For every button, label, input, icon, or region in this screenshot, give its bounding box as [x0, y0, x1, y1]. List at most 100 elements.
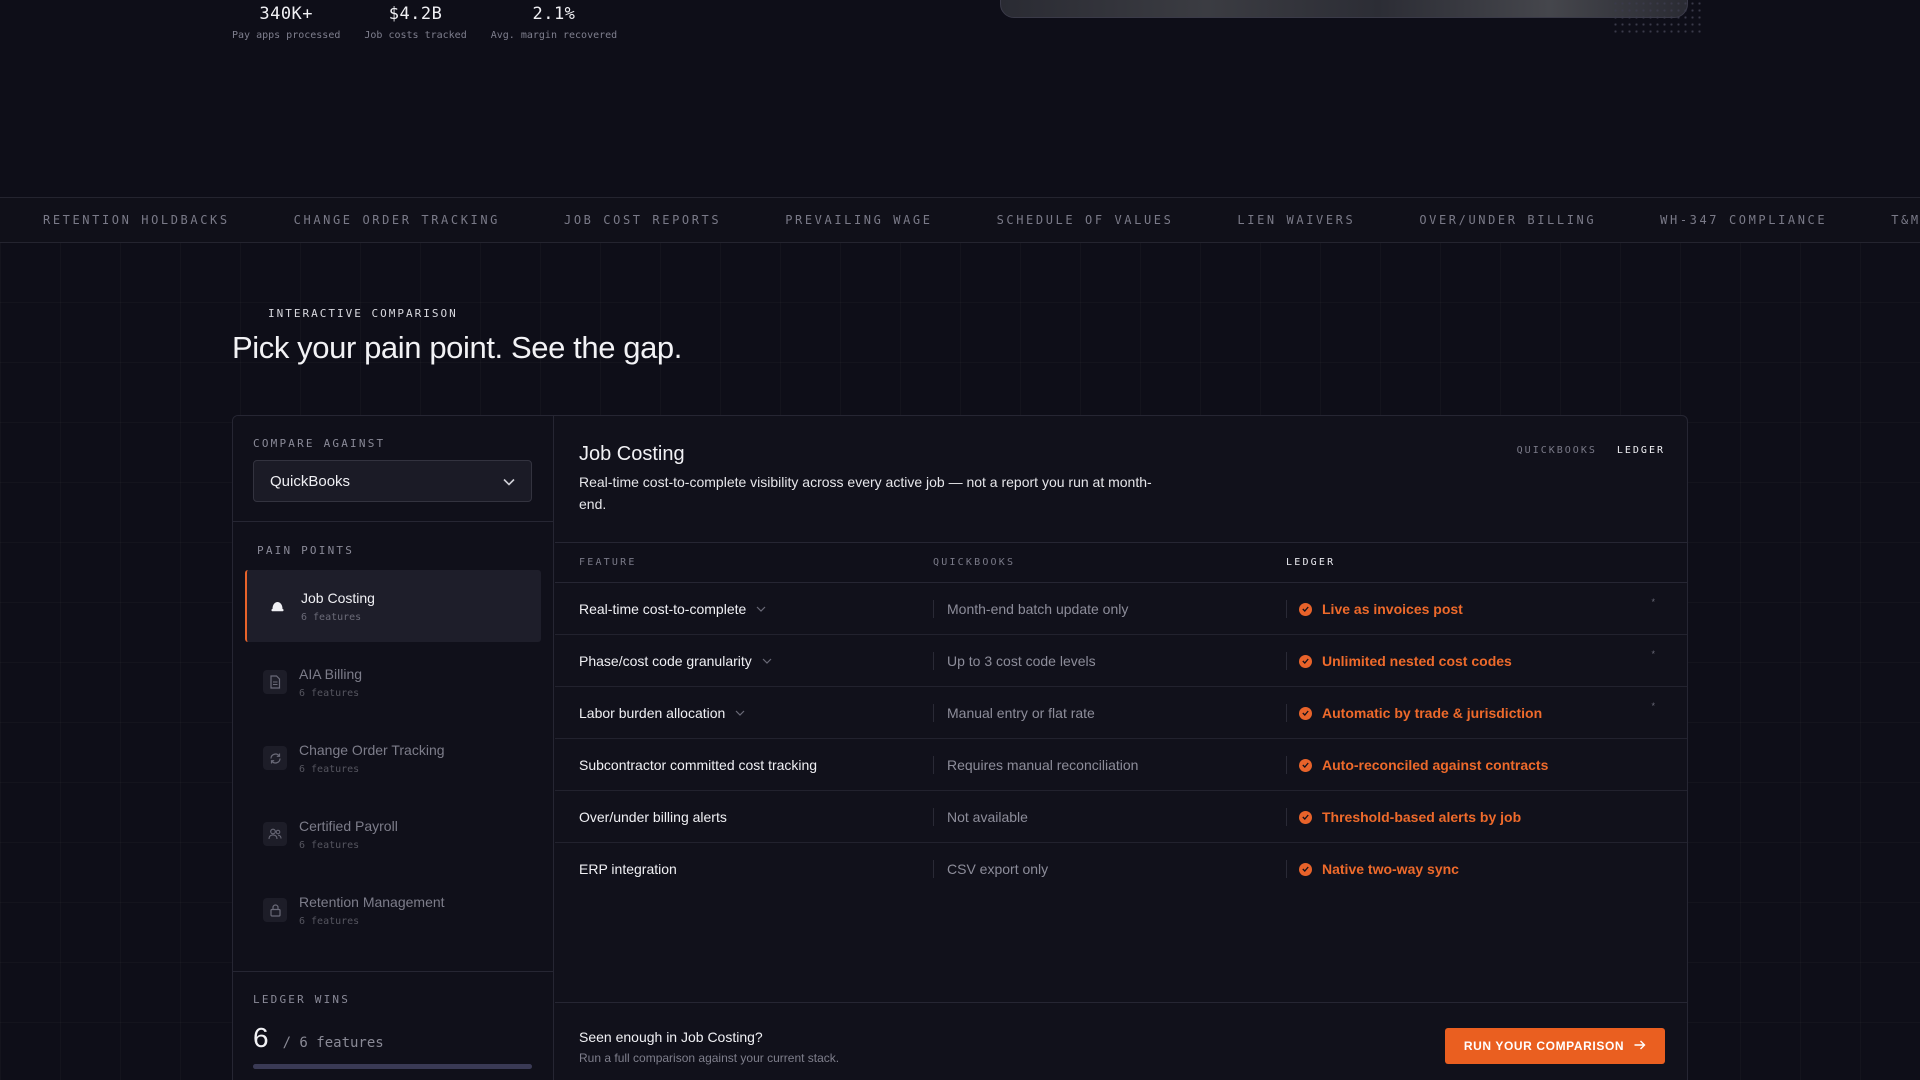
section-headline: Pick your pain point. See the gap.	[232, 330, 682, 365]
pain-point-certified-payroll[interactable]: Certified Payroll 6 features	[245, 798, 541, 870]
ledger-wins-label: LEDGER WINS	[253, 993, 351, 1006]
chevron-down-icon[interactable]	[735, 710, 745, 716]
pain-point-retention[interactable]: Retention Management 6 features	[245, 874, 541, 946]
ticker-item: RETENTION HOLDBACKS	[43, 213, 230, 227]
hard-hat-icon	[265, 594, 289, 618]
pain-point-aia-billing[interactable]: AIA Billing 6 features	[245, 646, 541, 718]
comparison-main: Job Costing Real-time cost-to-complete v…	[555, 416, 1687, 1080]
ticker-item: LIEN WAIVERS	[1237, 213, 1356, 227]
section-eyebrow: INTERACTIVE COMPARISON	[268, 307, 458, 320]
ledger-value: Unlimited nested cost codes	[1322, 653, 1512, 669]
feature-name: Real-time cost-to-complete	[579, 600, 747, 617]
column-feature: FEATURE	[579, 557, 637, 568]
pain-point-label: Change Order Tracking	[299, 741, 445, 758]
pain-point-count: 6 features	[299, 915, 360, 927]
competitor-cell: Up to 3 cost code levels	[933, 652, 1096, 670]
toggle-ledger[interactable]: LEDGER	[1617, 445, 1665, 456]
pain-point-label: Retention Management	[299, 893, 445, 910]
table-row[interactable]: Real-time cost-to-complete Month-end bat…	[555, 583, 1687, 635]
pain-points-label: PAIN POINTS	[257, 544, 355, 557]
pain-point-change-order[interactable]: Change Order Tracking 6 features	[245, 722, 541, 794]
feature-cell: ERP integration	[579, 843, 677, 895]
comparison-table: Real-time cost-to-complete Month-end bat…	[555, 583, 1687, 895]
check-icon	[1299, 602, 1312, 616]
footer-title: Seen enough in Job Costing?	[579, 1029, 763, 1045]
wins-progress-bar	[253, 1064, 532, 1069]
arrow-right-icon	[1634, 1039, 1646, 1053]
table-row[interactable]: Labor burden allocation Manual entry or …	[555, 687, 1687, 739]
ledger-cell: Unlimited nested cost codes	[1286, 652, 1512, 670]
refresh-icon	[263, 746, 287, 770]
sidebar: COMPARE AGAINST QuickBooks PAIN POINTS J…	[233, 416, 554, 1080]
chevron-down-icon	[503, 473, 515, 490]
table-row: Over/under billing alerts Not available …	[555, 791, 1687, 843]
pain-point-title: Job Costing	[579, 443, 685, 465]
stat-value: 340K+	[259, 4, 314, 24]
competitor-cell: CSV export only	[933, 860, 1048, 878]
ticker-item: OVER/UNDER BILLING	[1419, 213, 1597, 227]
check-icon	[1299, 706, 1312, 720]
wins-count: 6	[253, 1022, 269, 1053]
ledger-cell: Live as invoices post	[1286, 600, 1463, 618]
competitor-cell: Requires manual reconciliation	[933, 756, 1138, 774]
comparison-footer: Seen enough in Job Costing? Run a full c…	[555, 1002, 1687, 1080]
users-icon	[263, 822, 287, 846]
dot-pattern	[1612, 0, 1702, 34]
wins-progress-fill	[253, 1064, 532, 1069]
ledger-value: Auto-reconciled against contracts	[1322, 757, 1549, 773]
competitor-cell: Month-end batch update only	[933, 600, 1128, 618]
ledger-value: Live as invoices post	[1322, 601, 1463, 617]
lock-icon	[263, 898, 287, 922]
check-icon	[1299, 654, 1312, 668]
pain-point-label: Job Costing	[301, 589, 375, 606]
document-icon	[263, 670, 287, 694]
table-row: Subcontractor committed cost tracking Re…	[555, 739, 1687, 791]
table-row[interactable]: Phase/cost code granularity Up to 3 cost…	[555, 635, 1687, 687]
competitor-select-value: QuickBooks	[270, 472, 351, 490]
ticker-item: SCHEDULE OF VALUES	[996, 213, 1174, 227]
feature-cell: Over/under billing alerts	[579, 791, 727, 842]
feature-cell: Subcontractor committed cost tracking	[579, 739, 817, 790]
run-comparison-button[interactable]: RUN YOUR COMPARISON	[1445, 1028, 1665, 1064]
ledger-wins-score: 6 / 6 features	[253, 1022, 384, 1054]
stat-value: $4.2B	[388, 4, 443, 24]
stat-label: Pay apps processed	[232, 30, 341, 41]
feature-ticker: RETENTION HOLDBACKS CHANGE ORDER TRACKIN…	[0, 197, 1920, 243]
pain-points-list: Job Costing 6 features AIA Billing 6 fea…	[245, 570, 541, 950]
pain-point-count: 6 features	[299, 763, 360, 775]
stat-pay-apps: 340K+ Pay apps processed	[232, 4, 340, 41]
feature-name: Subcontractor committed cost tracking	[579, 756, 818, 773]
stat-job-costs: $4.2B Job costs tracked	[364, 4, 466, 41]
pain-point-label: Certified Payroll	[299, 817, 398, 834]
stat-margin: 2.1% Avg. margin recovered	[491, 4, 617, 41]
compare-against-label: COMPARE AGAINST	[253, 437, 386, 450]
wins-total: / 6 features	[282, 1035, 384, 1051]
table-header: FEATURE QUICKBOOKS LEDGER	[555, 542, 1687, 583]
view-toggle: QUICKBOOKS LEDGER	[1517, 445, 1665, 456]
ticker-item: PREVAILING WAGE	[785, 213, 933, 227]
check-icon	[1299, 810, 1312, 824]
check-icon	[1299, 758, 1312, 772]
stat-label: Avg. margin recovered	[490, 30, 618, 41]
pain-point-job-costing[interactable]: Job Costing 6 features	[245, 570, 541, 642]
chevron-down-icon[interactable]	[762, 658, 772, 664]
ticker-item: WH-347 COMPLIANCE	[1660, 213, 1828, 227]
footer-subtitle: Run a full comparison against your curre…	[579, 1051, 840, 1065]
ledger-value: Automatic by trade & jurisdiction	[1322, 705, 1543, 721]
table-row: ERP integration CSV export only Native t…	[555, 843, 1687, 895]
stat-value: 2.1%	[532, 4, 576, 24]
ledger-cell: Auto-reconciled against contracts	[1286, 756, 1548, 774]
stat-label: Job costs tracked	[364, 30, 467, 41]
toggle-quickbooks[interactable]: QUICKBOOKS	[1517, 445, 1597, 456]
stats-row: 340K+ Pay apps processed $4.2B Job costs…	[232, 4, 617, 41]
check-icon	[1299, 862, 1312, 876]
divider	[233, 521, 553, 522]
column-ledger: LEDGER	[1286, 557, 1336, 568]
ticker-item: T&M TI	[1891, 213, 1920, 227]
divider	[233, 971, 553, 972]
column-quickbooks: QUICKBOOKS	[933, 557, 1016, 568]
chevron-down-icon[interactable]	[756, 606, 766, 612]
pain-point-count: 6 features	[301, 611, 362, 623]
competitor-select[interactable]: QuickBooks	[253, 460, 532, 502]
feature-name: Over/under billing alerts	[579, 808, 727, 825]
